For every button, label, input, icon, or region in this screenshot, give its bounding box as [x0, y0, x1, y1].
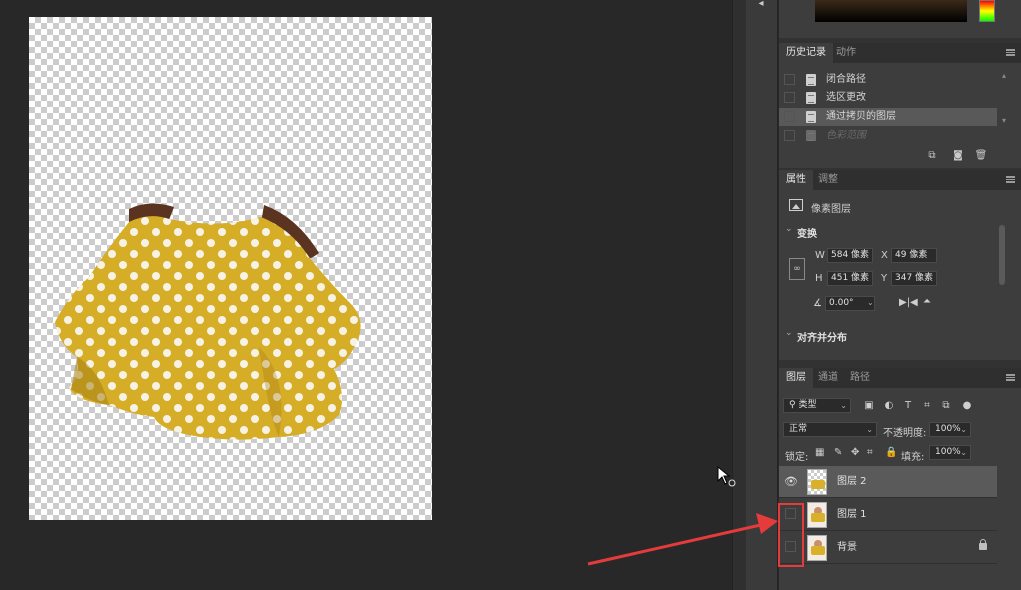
mouse-cursor-icon — [717, 466, 736, 487]
annotation-arrow — [587, 513, 778, 566]
photoshop-window: ◂ 历史记录 动作 闭合路径 选区更改 通过拷贝的图层 色彩范围 ▴ ▾ ⧉ ◙… — [0, 0, 1021, 590]
